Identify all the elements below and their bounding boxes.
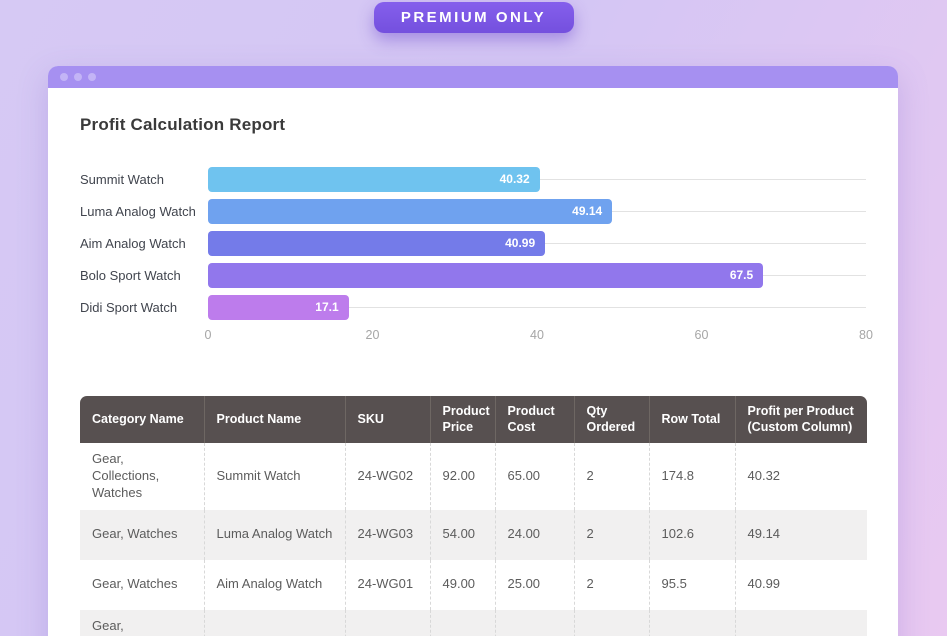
table-cell: 24-WG09 (345, 610, 430, 636)
table-cell: 24-WG02 (345, 443, 430, 510)
table-cell: 18.00 (495, 610, 574, 636)
table-cell: Gear, Collections, Watches (80, 610, 204, 636)
column-header: Profit per Product (Custom Column) (735, 396, 867, 443)
column-header: Product Cost (495, 396, 574, 443)
premium-badge: PREMIUM ONLY (374, 2, 574, 33)
bar-value-label: 67.5 (730, 268, 753, 282)
table-cell: 49.00 (430, 560, 495, 610)
profit-bar[interactable]: 40.99 (208, 231, 545, 256)
window-dot-icon[interactable] (88, 73, 96, 81)
chart-rows: Summit Watch 40.32 Luma Analog Watch 49.14 A… (80, 163, 866, 323)
table-cell: 129.0 (649, 610, 735, 636)
column-header: Product Price (430, 396, 495, 443)
table-cell: 67.5 (735, 610, 867, 636)
column-header: Qty Ordered (574, 396, 649, 443)
bar-track: 17.1 (208, 295, 866, 320)
table-cell: 102.6 (649, 510, 735, 560)
table-cell: Aim Analog Watch (204, 560, 345, 610)
table-cell: Gear, Watches (80, 510, 204, 560)
x-axis-tick: 80 (859, 328, 873, 342)
x-axis-tick: 60 (695, 328, 709, 342)
report-title: Profit Calculation Report (80, 115, 866, 135)
table-cell: Bolo Sport Watch (204, 610, 345, 636)
bar-category-label: Luma Analog Watch (80, 204, 208, 219)
bar-value-label: 40.32 (500, 172, 530, 186)
profit-bar-chart: Summit Watch 40.32 Luma Analog Watch 49.14 A… (80, 163, 866, 346)
table-cell: 2 (574, 560, 649, 610)
table-header: Category NameProduct NameSKUProduct Pric… (80, 396, 867, 443)
table-cell: 54.00 (430, 510, 495, 560)
window-dot-icon[interactable] (60, 73, 68, 81)
bar-category-label: Didi Sport Watch (80, 300, 208, 315)
table-cell: 24-WG01 (345, 560, 430, 610)
table-cell: 3 (574, 610, 649, 636)
bar-value-label: 40.99 (505, 236, 535, 250)
table-cell: 40.99 (735, 560, 867, 610)
bar-value-label: 17.1 (315, 300, 338, 314)
profit-bar[interactable]: 40.32 (208, 167, 540, 192)
chart-row: Summit Watch 40.32 (80, 163, 866, 195)
bar-category-label: Summit Watch (80, 172, 208, 187)
x-axis-tick: 40 (530, 328, 544, 342)
bar-track: 40.32 (208, 167, 866, 192)
chart-row: Didi Sport Watch 17.1 (80, 291, 866, 323)
table-cell: 25.00 (495, 560, 574, 610)
table-cell: 43.00 (430, 610, 495, 636)
table-cell: Gear, Collections, Watches (80, 443, 204, 510)
table-body: Gear, Collections, WatchesSummit Watch24… (80, 443, 867, 636)
report-window: Profit Calculation Report Summit Watch 40… (48, 66, 898, 636)
profit-bar[interactable]: 67.5 (208, 263, 763, 288)
column-header: Category Name (80, 396, 204, 443)
window-dot-icon[interactable] (74, 73, 82, 81)
table-cell: 95.5 (649, 560, 735, 610)
table-cell: 2 (574, 510, 649, 560)
table-cell: 40.32 (735, 443, 867, 510)
table-cell: Summit Watch (204, 443, 345, 510)
table-cell: 2 (574, 443, 649, 510)
bar-value-label: 49.14 (572, 204, 602, 218)
x-axis-tick: 0 (205, 328, 212, 342)
table-cell: 174.8 (649, 443, 735, 510)
profit-bar[interactable]: 17.1 (208, 295, 349, 320)
table-row: Gear, WatchesAim Analog Watch24-WG0149.0… (80, 560, 867, 610)
window-titlebar[interactable] (48, 66, 898, 88)
chart-x-axis: 020406080 (208, 328, 866, 346)
table-cell: 92.00 (430, 443, 495, 510)
chart-row: Luma Analog Watch 49.14 (80, 195, 866, 227)
premium-badge-label: PREMIUM ONLY (401, 9, 546, 26)
bar-category-label: Aim Analog Watch (80, 236, 208, 251)
table-cell: Luma Analog Watch (204, 510, 345, 560)
table-cell: 24-WG03 (345, 510, 430, 560)
x-axis-tick: 20 (366, 328, 380, 342)
bar-track: 49.14 (208, 199, 866, 224)
chart-row: Bolo Sport Watch 67.5 (80, 259, 866, 291)
bar-track: 40.99 (208, 231, 866, 256)
table-cell: Gear, Watches (80, 560, 204, 610)
table-cell: 49.14 (735, 510, 867, 560)
bar-category-label: Bolo Sport Watch (80, 268, 208, 283)
chart-row: Aim Analog Watch 40.99 (80, 227, 866, 259)
column-header: SKU (345, 396, 430, 443)
window-content: Profit Calculation Report Summit Watch 40… (48, 88, 898, 636)
column-header: Product Name (204, 396, 345, 443)
bar-track: 67.5 (208, 263, 866, 288)
table-cell: 24.00 (495, 510, 574, 560)
table-row: Gear, Collections, WatchesBolo Sport Wat… (80, 610, 867, 636)
table-row: Gear, Collections, WatchesSummit Watch24… (80, 443, 867, 510)
column-header: Row Total (649, 396, 735, 443)
report-table: Category NameProduct NameSKUProduct Pric… (80, 396, 867, 636)
table-row: Gear, WatchesLuma Analog Watch24-WG0354.… (80, 510, 867, 560)
table-cell: 65.00 (495, 443, 574, 510)
profit-bar[interactable]: 49.14 (208, 199, 612, 224)
